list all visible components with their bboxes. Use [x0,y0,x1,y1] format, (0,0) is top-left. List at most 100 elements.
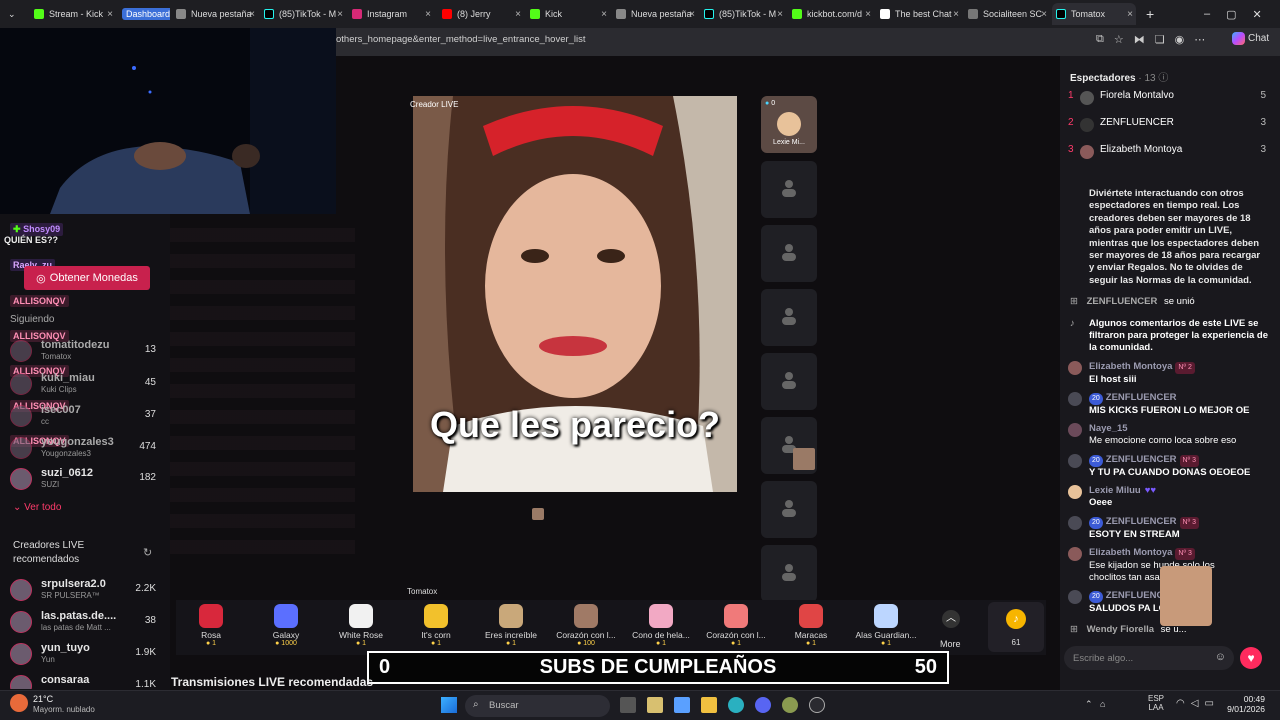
following-item[interactable]: yougonzales3 Yougonzales3 474 [10,435,160,461]
clock[interactable]: 00:49 9/01/2026 [1215,694,1265,714]
recommended-item[interactable]: consaraa 1.1K [10,673,160,689]
obtain-coins-button[interactable]: ◎ Obtener Monedas [24,266,150,290]
close-icon[interactable]: × [425,9,431,20]
gift-item[interactable]: It's corn ● 1 [403,604,469,647]
guest-slot-empty[interactable] [761,545,817,602]
tab-kick[interactable]: Kick × [526,3,610,25]
following-item[interactable]: kuki_miau Kuki Clips 45 [10,371,160,397]
tab-kickbot[interactable]: kickbot.com/d × [788,3,874,25]
close-icon[interactable]: × [1127,9,1133,20]
tray-chevron-up-icon[interactable]: ⌃ [1085,699,1093,710]
tab-instagram[interactable]: Instagram × [348,3,434,25]
app-icon[interactable] [782,697,798,713]
profile-icon[interactable]: ◉ [1175,33,1185,49]
close-icon[interactable]: × [107,9,113,20]
more-menu-icon[interactable]: ⋯ [1194,33,1205,49]
coin-balance-button[interactable]: ♪ 61 [988,602,1044,652]
chevron-up-icon[interactable]: ︿ [942,610,960,628]
gift-item[interactable]: Alas Guardian... ● 1 [853,604,919,647]
recommended-item[interactable]: srpulsera2.0 SR PULSERA™ 2.2K [10,577,160,603]
collections-icon[interactable]: ❏ [1155,33,1165,49]
guest-slot-empty[interactable] [761,481,817,538]
guest-slot-empty[interactable] [761,225,817,282]
emoji-icon[interactable]: ☺ [1215,651,1226,663]
refresh-icon[interactable]: ↻ [143,546,152,559]
gift-item[interactable]: Eres increíble ● 1 [478,604,544,647]
tab-stream-kick[interactable]: Stream - Kick × [30,3,116,25]
close-icon[interactable]: × [689,9,695,20]
copilot-app-icon[interactable] [674,697,690,713]
close-icon[interactable]: × [953,9,959,20]
more-gifts-button[interactable]: More [940,639,961,649]
tab-nueva-pestana[interactable]: Nueva pestaña × [172,3,258,25]
chat-message[interactable]: Lexie Miluu ♥♥ Oeee [1068,485,1273,509]
copilot-chat-button[interactable]: Chat [1232,32,1269,45]
recommended-item[interactable]: yun_tuyo Yun 1.9K [10,641,160,667]
file-explorer-icon[interactable] [701,697,717,713]
tray-status[interactable]: ◠ ◁ ▭ [1176,698,1214,709]
open-in-app-icon[interactable]: ⧉ [1096,33,1104,49]
gift-item[interactable]: Corazón con l... ● 100 [553,604,619,647]
obs-icon[interactable] [809,697,825,713]
guest-slot-active[interactable]: ● 0 Lexie Mi... [761,96,817,153]
chat-message[interactable]: 20 ZENFLUENCER MIS KICKS FUERON LO MEJOR O… [1068,392,1273,417]
creator-handle[interactable]: Tomatox [407,587,437,596]
favorite-star-icon[interactable]: ☆ [1114,33,1124,49]
allison-tag[interactable]: ALLISONQV [10,291,69,309]
close-icon[interactable]: × [515,9,521,20]
gift-item[interactable]: Galaxy ● 1000 [253,604,319,647]
chat-input[interactable]: Escribe algo... ☺ [1064,646,1234,670]
tray-icon[interactable]: ⌂ [1100,699,1105,709]
close-icon[interactable]: × [777,9,783,20]
top-viewer-row[interactable]: 1 Fiorela Montalvo 5 [1068,90,1266,106]
window-close-icon[interactable]: ✕ [1253,8,1262,21]
chat-message[interactable]: Elizabeth Montoya Nº 2 El host siii [1068,361,1273,386]
close-icon[interactable]: × [337,9,343,20]
close-icon[interactable]: × [601,9,607,20]
new-tab-button[interactable]: + [1142,3,1158,25]
task-view-icon[interactable] [620,697,636,713]
chat-message[interactable]: 20 ZENFLUENCER Nº 3Y TU PA CUANDO DONAS OE… [1068,454,1273,479]
language-indicator[interactable]: ESP LAA [1148,694,1164,712]
top-viewer-row[interactable]: 2 ZENFLUENCER 3 [1068,117,1266,133]
discord-icon[interactable] [755,697,771,713]
url-text[interactable]: others_homepage&enter_method=live_entran… [336,34,586,45]
tab-dashboard[interactable]: Dashboard [118,3,170,25]
tab-best-chat[interactable]: The best Chat × [876,3,962,25]
close-icon[interactable]: × [1041,9,1047,20]
like-heart-button[interactable]: ♥ [1240,647,1262,669]
tab-menu-button[interactable]: ⌄ [4,3,24,25]
tab-tomatox[interactable]: Tomatox × [1052,3,1136,25]
top-viewer-row[interactable]: 3 Elizabeth Montoya 3 [1068,144,1266,160]
edge-icon[interactable] [728,697,744,713]
taskbar-search[interactable]: ⌕ Buscar [465,695,610,717]
chat-message[interactable]: Naye_15 Me emocione como loca sobre eso [1068,423,1273,447]
extensions-icon[interactable]: ⧓ [1134,33,1145,49]
maximize-icon[interactable]: ▢ [1226,8,1236,21]
following-item[interactable]: suzi_0612 SUZI 182 [10,466,160,492]
gift-item[interactable]: Cono de hela... ● 1 [628,604,694,647]
following-item[interactable]: isec007 cc 37 [10,403,160,429]
tab-socialiteen[interactable]: Socialiteen SC × [964,3,1050,25]
minimize-icon[interactable]: – [1204,8,1210,20]
guest-slot-empty[interactable] [761,353,817,410]
chat-message[interactable]: 20 ZENFLUENCER Nº 3 ESOTY EN STREAM [1068,516,1273,541]
gift-item[interactable]: Corazón con l... ● 1 [703,604,769,647]
close-icon[interactable]: × [865,9,871,20]
gift-item[interactable]: White Rose ● 1 [328,604,394,647]
tab-nueva-pestana-2[interactable]: Nueva pestaña × [612,3,698,25]
recommended-item[interactable]: las.patas.de.... las patas de Matt ... 3… [10,609,160,635]
view-all-link[interactable]: ⌄ Ver todo [13,502,61,513]
close-icon[interactable]: × [249,9,255,20]
tab-tiktok-2[interactable]: (85)TikTok - M × [700,3,786,25]
guest-slot-empty[interactable] [761,161,817,218]
store-icon[interactable] [647,697,663,713]
tab-youtube-jerry[interactable]: (8) Jerry × [438,3,524,25]
windows-start-icon[interactable] [441,697,457,713]
following-item[interactable]: tomatitodezu Tomatox 13 [10,338,160,364]
guest-slot-empty[interactable] [761,289,817,346]
guest-slot-empty[interactable] [761,417,817,474]
gift-item[interactable]: Rosa ● 1 [178,604,244,647]
gift-item[interactable]: Maracas ● 1 [778,604,844,647]
tab-tiktok[interactable]: (85)TikTok - M × [260,3,346,25]
